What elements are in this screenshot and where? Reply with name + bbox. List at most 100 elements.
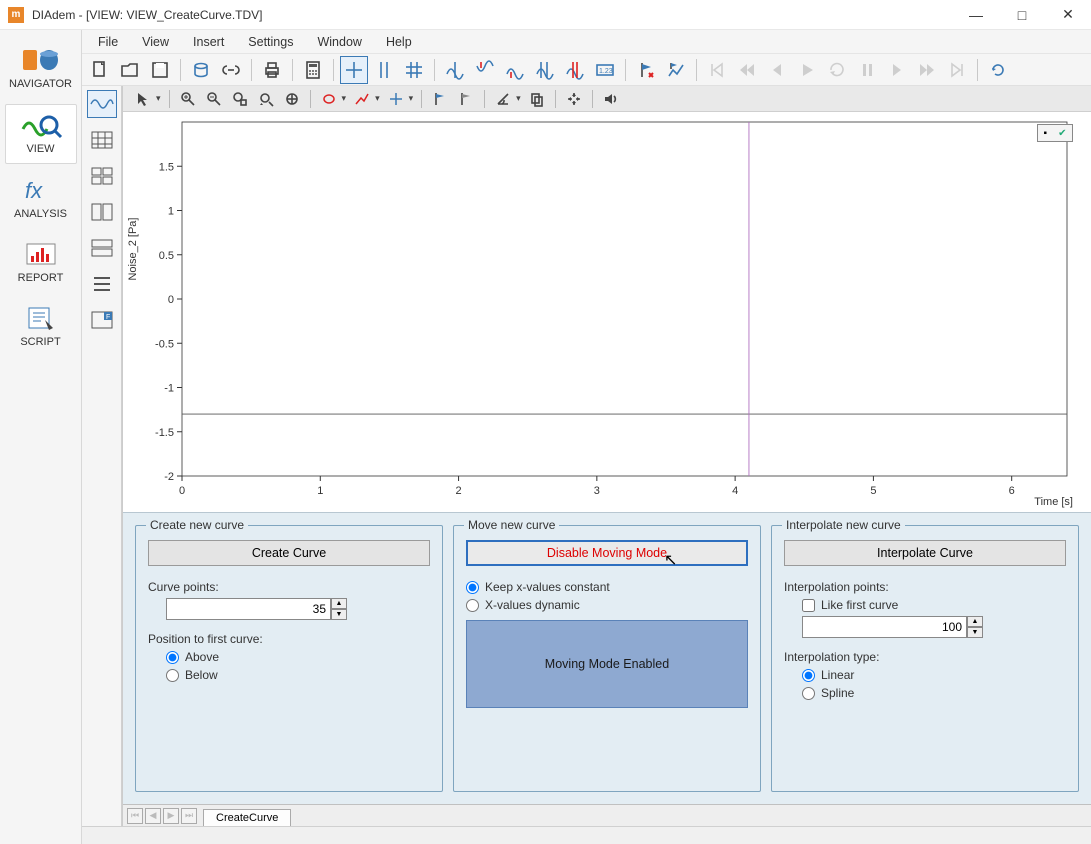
zoom-select-button[interactable] [228, 88, 252, 110]
svg-text:0.5: 0.5 [159, 250, 174, 262]
open-file-button[interactable] [116, 56, 144, 84]
zoom-in-button[interactable] [176, 88, 200, 110]
control-fastfwd-button[interactable] [913, 56, 941, 84]
curve-points-input[interactable] [166, 598, 331, 620]
menu-view[interactable]: View [132, 33, 179, 51]
xmode-dynamic-radio[interactable]: X-values dynamic [466, 598, 748, 612]
position-label: Position to first curve: [148, 632, 430, 646]
spin-up-button[interactable]: ▲ [967, 616, 983, 627]
control-last-button[interactable] [943, 56, 971, 84]
menu-settings[interactable]: Settings [238, 33, 303, 51]
control-pause-button[interactable] [853, 56, 881, 84]
position-above-radio[interactable]: Above [166, 650, 430, 664]
dropdown-icon[interactable]: ▾ [409, 93, 414, 104]
new-file-button[interactable] [86, 56, 114, 84]
interp-points-input[interactable] [802, 616, 967, 638]
control-loop-button[interactable] [823, 56, 851, 84]
save-file-button[interactable] [146, 56, 174, 84]
tab-createcurve[interactable]: CreateCurve [203, 809, 291, 827]
flag-set-button[interactable] [632, 56, 660, 84]
like-first-curve-checkbox[interactable]: Like first curve [802, 598, 1066, 612]
sideband-cursor-button[interactable] [561, 56, 589, 84]
view-layout-sidebar: F [82, 86, 122, 826]
minimize-button[interactable]: ― [953, 0, 999, 30]
control-stepback-button[interactable] [763, 56, 791, 84]
menu-window[interactable]: Window [307, 33, 371, 51]
shape-tool-button[interactable] [317, 88, 341, 110]
interp-spline-radio[interactable]: Spline [802, 686, 1066, 700]
numeric-cursor-button[interactable]: 1.23 [591, 56, 619, 84]
print-button[interactable] [258, 56, 286, 84]
chart-legend[interactable]: ▪✔ [1037, 124, 1073, 142]
spin-down-button[interactable]: ▼ [967, 627, 983, 638]
flag-chart-button[interactable] [662, 56, 690, 84]
module-report[interactable]: REPORT [5, 234, 77, 292]
control-first-button[interactable] [703, 56, 731, 84]
module-view[interactable]: VIEW [5, 104, 77, 164]
layout-form-button[interactable]: F [87, 306, 117, 334]
dropdown-icon[interactable]: ▾ [516, 93, 521, 104]
layout-waveform-button[interactable] [87, 90, 117, 118]
interp-linear-radio[interactable]: Linear [802, 668, 1066, 682]
refresh-button[interactable] [984, 56, 1012, 84]
zoom-fit-button[interactable] [280, 88, 304, 110]
panels-row: Create new curve Create Curve Curve poin… [123, 512, 1091, 804]
spin-up-button[interactable]: ▲ [331, 598, 347, 609]
layout-2x2-button[interactable] [87, 162, 117, 190]
maximize-button[interactable]: □ [999, 0, 1045, 30]
control-stepfwd-button[interactable] [883, 56, 911, 84]
menu-file[interactable]: File [88, 33, 128, 51]
max-cursor-button[interactable] [501, 56, 529, 84]
report-icon [19, 240, 63, 268]
autoscale-button[interactable] [562, 88, 586, 110]
flag-set-tool-button[interactable] [428, 88, 452, 110]
zoom-pan-button[interactable] [254, 88, 278, 110]
menu-help[interactable]: Help [376, 33, 422, 51]
layout-table-button[interactable] [87, 126, 117, 154]
interpolate-curve-button[interactable]: Interpolate Curve [784, 540, 1066, 566]
calculator-button[interactable] [299, 56, 327, 84]
position-below-radio[interactable]: Below [166, 668, 430, 682]
flag-clear-tool-button[interactable] [454, 88, 478, 110]
angle-tool-button[interactable] [491, 88, 515, 110]
module-analysis[interactable]: fx ANALYSIS [5, 170, 77, 228]
close-button[interactable]: ✕ [1045, 0, 1091, 30]
dropdown-icon[interactable]: ▾ [342, 93, 347, 104]
tab-last-button[interactable]: ⏭ [181, 808, 197, 824]
module-navigator[interactable]: NAVIGATOR [5, 40, 77, 98]
layout-columns-button[interactable] [87, 198, 117, 226]
copy-tool-button[interactable] [525, 88, 549, 110]
layout-list-button[interactable] [87, 270, 117, 298]
tab-prev-button[interactable]: ◀ [145, 808, 161, 824]
dropdown-icon[interactable]: ▾ [375, 93, 380, 104]
svg-text:F: F [106, 314, 110, 321]
create-curve-button[interactable]: Create Curve [148, 540, 430, 566]
min-cursor-button[interactable] [471, 56, 499, 84]
tab-next-button[interactable]: ▶ [163, 808, 179, 824]
data-portal-button[interactable] [187, 56, 215, 84]
crosshair-cursor-button[interactable] [340, 56, 368, 84]
layout-rows-button[interactable] [87, 234, 117, 262]
speaker-button[interactable] [599, 88, 623, 110]
trend-tool-button[interactable] [350, 88, 374, 110]
tab-first-button[interactable]: ⏮ [127, 808, 143, 824]
svg-text:1.5: 1.5 [159, 161, 174, 173]
grid-cursor-button[interactable] [400, 56, 428, 84]
module-script[interactable]: SCRIPT [5, 298, 77, 356]
pointer-tool-button[interactable] [131, 88, 155, 110]
zoom-out-button[interactable] [202, 88, 226, 110]
band-cursor-button[interactable] [370, 56, 398, 84]
harmonic-cursor-button[interactable] [531, 56, 559, 84]
xmode-constant-radio[interactable]: Keep x-values constant [466, 580, 748, 594]
chart-area[interactable]: Noise_2 [Pa] Time [s] ▪✔ -2-1.5-1-0.500.… [123, 112, 1091, 512]
spin-down-button[interactable]: ▼ [331, 609, 347, 620]
curve-cursor-button[interactable] [441, 56, 469, 84]
interp-points-label: Interpolation points: [784, 580, 1066, 594]
disable-moving-mode-button[interactable]: Disable Moving Mode [466, 540, 748, 566]
control-play-button[interactable] [793, 56, 821, 84]
dropdown-icon[interactable]: ▾ [156, 93, 161, 104]
script-link-button[interactable] [217, 56, 245, 84]
control-rewind-button[interactable] [733, 56, 761, 84]
marker-tool-button[interactable] [384, 88, 408, 110]
menu-insert[interactable]: Insert [183, 33, 234, 51]
